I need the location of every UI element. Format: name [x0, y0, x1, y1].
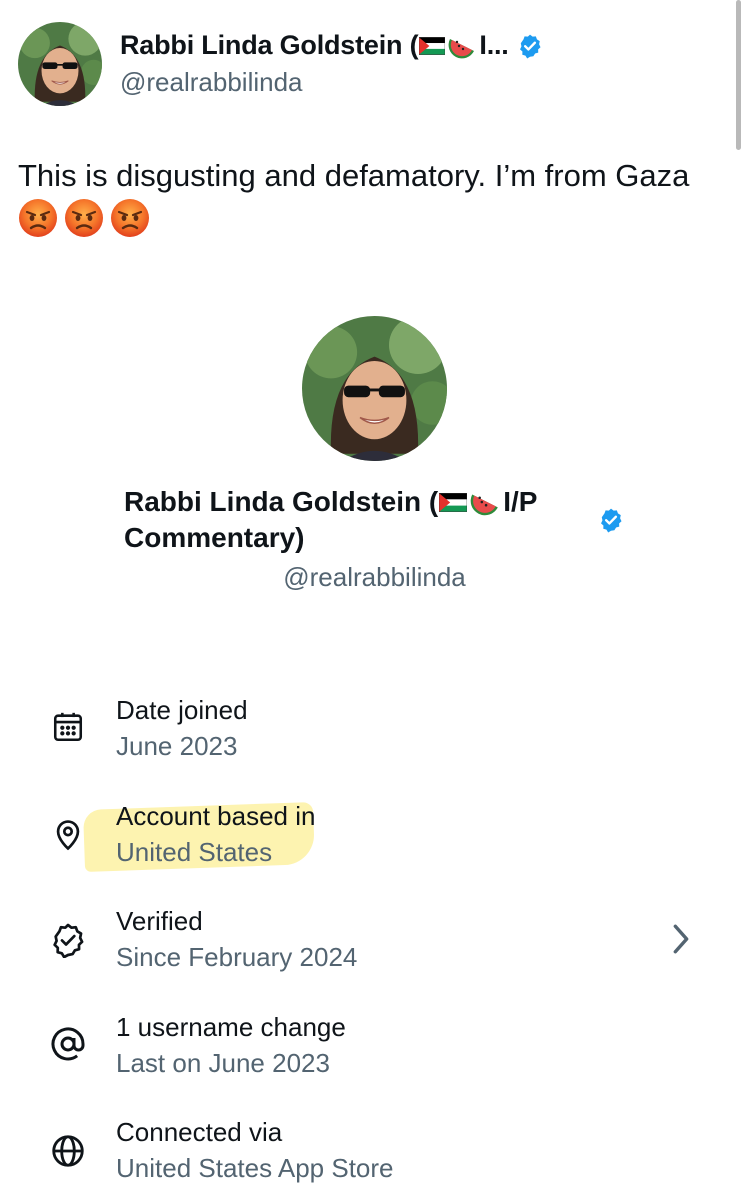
date-joined-value: June 2023: [116, 731, 238, 761]
verified-badge-icon: [517, 33, 543, 59]
profile-name-end: I/P: [503, 486, 538, 517]
tweet-text: This is disgusting and defamatory. I’m f…: [18, 158, 690, 193]
connected-via-label: Connected via: [116, 1117, 283, 1147]
profile-handle: @realrabbilinda: [283, 562, 466, 592]
author-name-tail: I...: [479, 30, 509, 60]
palestine-flag-icon: [439, 493, 467, 512]
angry-face-icon: [110, 198, 150, 238]
connected-via-value: United States App Store: [116, 1153, 394, 1183]
angry-face-icon: [64, 198, 104, 238]
chevron-right-icon[interactable]: [668, 922, 694, 961]
verified-badge-icon: [598, 507, 624, 533]
username-change-label: 1 username change: [116, 1012, 346, 1042]
tweet-header: Rabbi Linda Goldstein ( I... @realrabbil…: [18, 22, 543, 106]
at-sign-icon: [48, 1024, 88, 1064]
angry-face-icon: [18, 198, 58, 238]
verified-label: Verified: [116, 906, 203, 936]
account-based-in-label: Account based in: [116, 801, 316, 831]
date-joined-label: Date joined: [116, 695, 248, 725]
calendar-icon: [48, 707, 88, 747]
palestine-flag-icon: [419, 37, 445, 55]
profile-name: Rabbi Linda Goldstein ( I/P Commentary): [124, 484, 624, 556]
avatar[interactable]: [18, 22, 102, 106]
tweet-author-handle[interactable]: @realrabbilinda: [120, 67, 543, 98]
globe-icon: [48, 1131, 88, 1171]
username-change-value: Last on June 2023: [116, 1048, 330, 1078]
author-name-text: Rabbi Linda Goldstein (: [120, 30, 419, 60]
verified-value: Since February 2024: [116, 942, 358, 972]
verified-outline-icon: [48, 920, 88, 960]
scrollbar[interactable]: [736, 0, 741, 150]
profile-name-start: Rabbi Linda Goldstein (: [124, 486, 439, 517]
account-based-in-value: United States: [116, 837, 273, 867]
profile-name-line2: Commentary): [124, 522, 305, 553]
location-pin-icon: [48, 815, 88, 855]
profile-avatar[interactable]: [302, 316, 447, 461]
watermelon-icon: [447, 31, 477, 61]
tweet-emoji-row: [18, 198, 150, 238]
tweet-author-name[interactable]: Rabbi Linda Goldstein ( I...: [120, 30, 543, 61]
watermelon-icon: [469, 486, 501, 518]
